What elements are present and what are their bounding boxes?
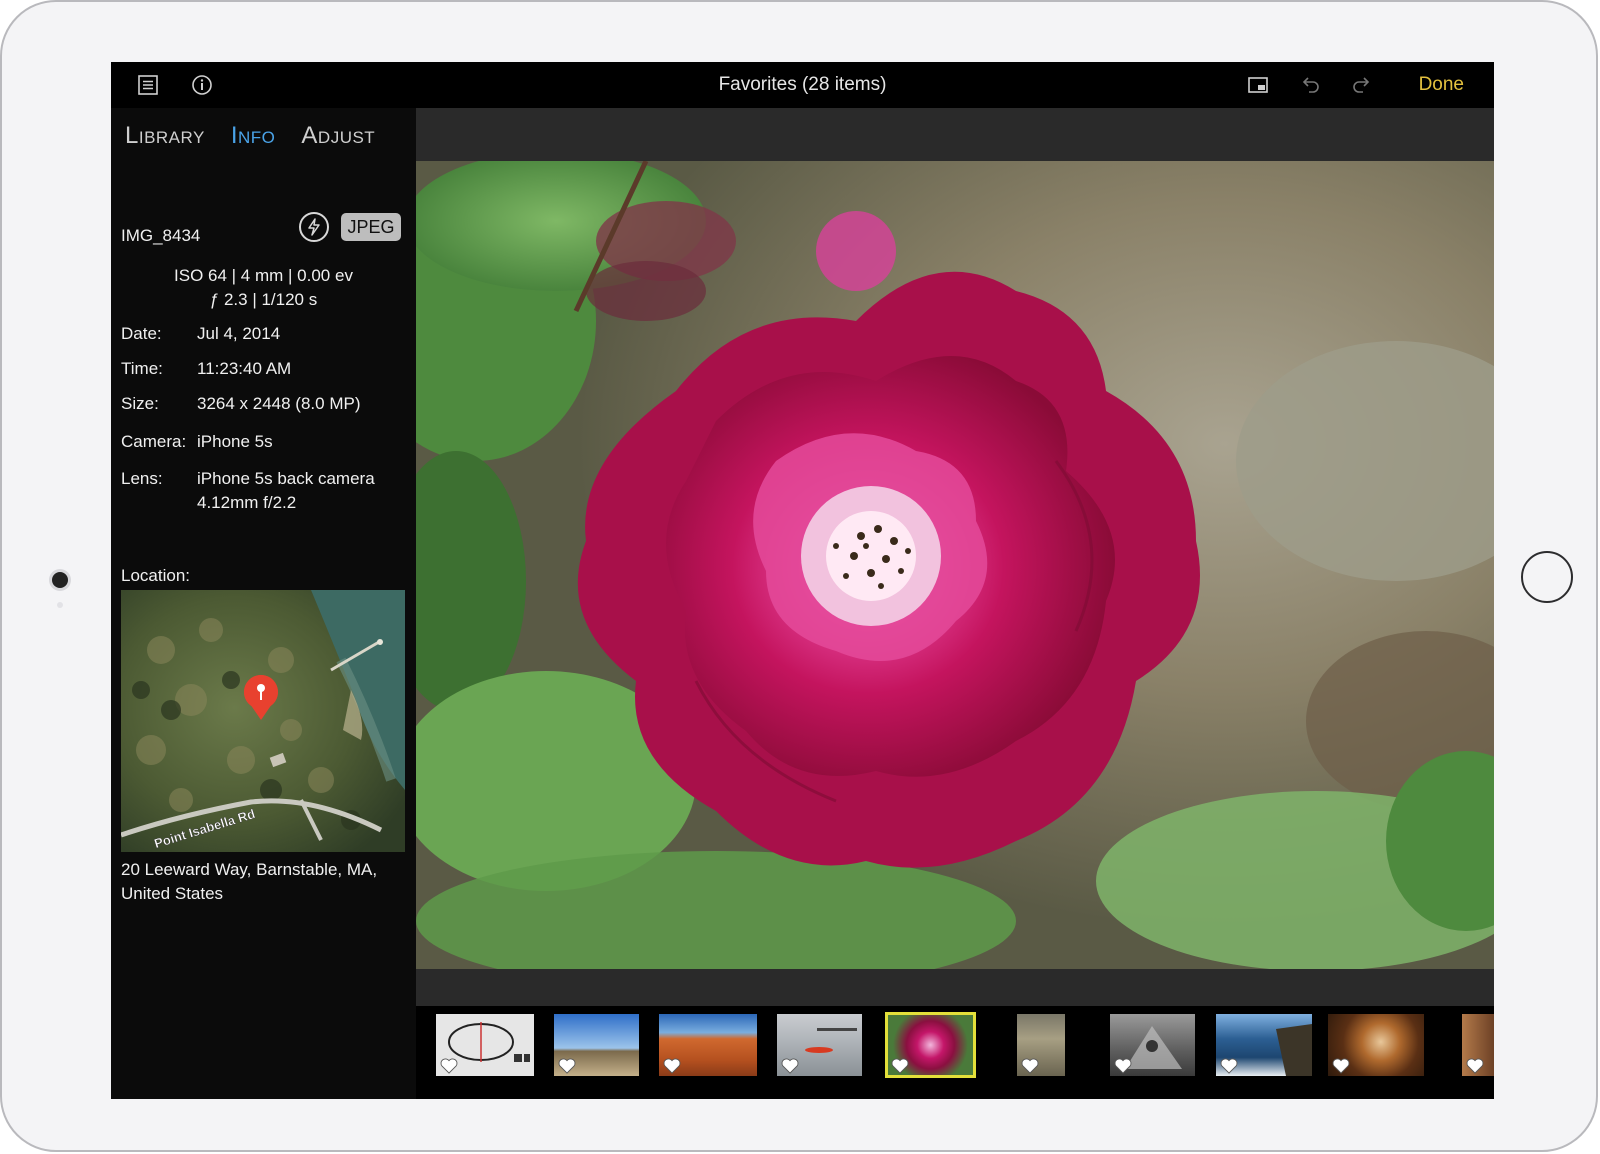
- exif-line-2: ƒ 2.3 | 1/120 s: [209, 290, 318, 309]
- done-button[interactable]: Done: [1419, 62, 1464, 108]
- tab-info[interactable]: Info: [231, 116, 276, 156]
- lens-value-line-1: iPhone 5s back camera: [197, 469, 375, 488]
- list-icon[interactable]: [135, 72, 161, 98]
- thumb-harbor-kayak[interactable]: [777, 1014, 862, 1076]
- favorite-heart-icon: [440, 1058, 458, 1074]
- info-sidebar: Library Info Adjust IMG_8434 JPEG ISO 64…: [111, 108, 416, 1099]
- format-badge: JPEG: [341, 213, 401, 241]
- thumb-nautilus[interactable]: [1328, 1014, 1424, 1076]
- album-title: Favorites (28 items): [718, 74, 887, 95]
- size-value: 3264 x 2448 (8.0 MP): [197, 394, 361, 413]
- thumb-partial[interactable]: [1462, 1014, 1494, 1076]
- photo-viewer: [416, 108, 1494, 1006]
- favorite-heart-icon: [558, 1058, 576, 1074]
- favorite-heart-icon: [1220, 1058, 1238, 1074]
- address-line-1: 20 Leeward Way, Barnstable, MA,: [121, 860, 378, 879]
- undo-icon[interactable]: [1297, 72, 1323, 98]
- location-label: Location:: [121, 566, 190, 585]
- thumb-canyon[interactable]: [659, 1014, 757, 1076]
- camera-value: iPhone 5s: [197, 432, 273, 451]
- thumb-diagram[interactable]: [436, 1014, 534, 1076]
- file-name: IMG_8434: [121, 226, 201, 245]
- favorite-heart-icon: [1466, 1058, 1484, 1074]
- lens-value-line-2: 4.12mm f/2.2: [197, 493, 297, 512]
- date-value: Jul 4, 2014: [197, 324, 281, 343]
- picture-in-picture-icon[interactable]: [1245, 72, 1271, 98]
- sidebar-tabs: Library Info Adjust: [125, 116, 375, 156]
- thumb-rose[interactable]: [885, 1012, 976, 1078]
- thumb-tent-bw[interactable]: [1110, 1014, 1195, 1076]
- favorite-heart-icon: [1021, 1058, 1039, 1074]
- location-map[interactable]: Point Isabella Rd: [121, 590, 405, 852]
- thumb-ocean-rocks[interactable]: [1216, 1014, 1312, 1076]
- filmstrip: [416, 1006, 1494, 1099]
- favorite-heart-icon: [663, 1058, 681, 1074]
- favorite-heart-icon: [1114, 1058, 1132, 1074]
- camera-label: Camera:: [121, 432, 187, 451]
- time-label: Time:: [121, 359, 163, 378]
- thumb-beach-people[interactable]: [554, 1014, 639, 1076]
- info-icon[interactable]: [189, 72, 215, 98]
- lens-label: Lens:: [121, 469, 163, 488]
- flash-icon: [299, 212, 329, 242]
- address: 20 Leeward Way, Barnstable, MA, United S…: [121, 858, 411, 906]
- tab-adjust[interactable]: Adjust: [301, 116, 375, 156]
- favorite-heart-icon: [781, 1058, 799, 1074]
- ipad-frame: Favorites (28 items) Done Library Info A…: [0, 0, 1598, 1152]
- camera-sensor: [57, 602, 63, 608]
- top-bar: Favorites (28 items) Done: [111, 62, 1494, 108]
- exif-line-1: ISO 64 | 4 mm | 0.00 ev: [174, 266, 353, 285]
- redo-icon[interactable]: [1349, 72, 1375, 98]
- address-line-2: United States: [121, 884, 224, 903]
- screen: Favorites (28 items) Done Library Info A…: [111, 62, 1494, 1099]
- front-camera: [52, 572, 68, 588]
- date-label: Date:: [121, 324, 162, 343]
- main-photo[interactable]: [416, 161, 1494, 969]
- time-value: 11:23:40 AM: [197, 359, 292, 378]
- size-label: Size:: [121, 394, 159, 413]
- tab-library[interactable]: Library: [125, 116, 205, 156]
- favorite-heart-icon: [891, 1058, 909, 1074]
- favorite-heart-icon: [1332, 1058, 1350, 1074]
- home-button[interactable]: [1521, 551, 1573, 603]
- thumb-carving[interactable]: [1017, 1014, 1065, 1076]
